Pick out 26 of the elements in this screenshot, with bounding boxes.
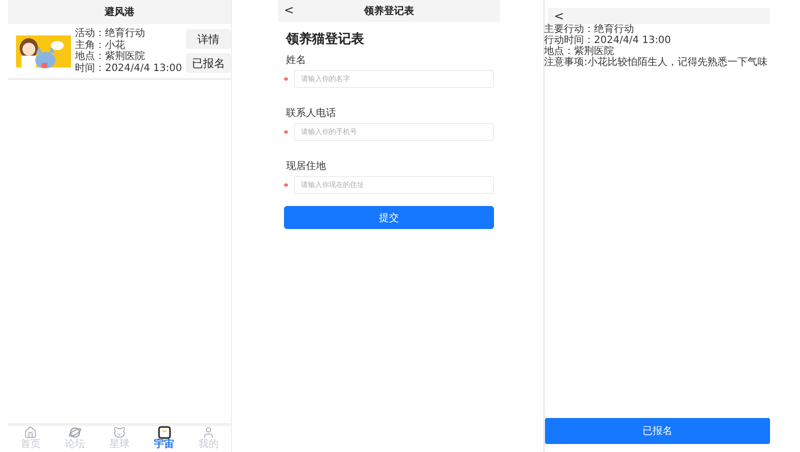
field-label: 姓名 (286, 54, 307, 67)
cat-icon (112, 426, 126, 439)
field-label: 联系人电话 (286, 106, 337, 120)
submit-button[interactable]: 提交 (284, 206, 494, 229)
detail-line: 行动时间：2024/4/4 13:00 (544, 35, 672, 46)
activity-info: 地点：紫荆医院 (75, 51, 146, 62)
detail-line: 地点：紫荆医院 (544, 46, 614, 57)
user-icon (202, 426, 216, 439)
card-button[interactable]: 详情 (186, 29, 231, 49)
activity-info: 活动：绝育行动 (75, 28, 146, 40)
field-label: 现居住地 (286, 160, 327, 173)
home-icon (24, 426, 37, 439)
tab-item[interactable]: 宇宙 (144, 426, 184, 452)
signed-up-button[interactable]: 已报名 (545, 418, 770, 444)
activity-info: 主角：小花 (75, 40, 126, 50)
detail-line: 注意事项:小花比较怕陌生人，记得先熟悉一下气味 (544, 57, 768, 68)
activity-info: 时间：2024/4/4 13:00 (75, 62, 182, 74)
back-button[interactable]: < (554, 9, 564, 23)
card-button[interactable]: 已报名 (186, 53, 231, 73)
back-button[interactable]: < (284, 3, 294, 17)
form-heading: 领养猫登记表 (286, 30, 365, 48)
page-title: 领养登记表 (364, 4, 414, 18)
square-icon (158, 426, 171, 439)
page-title: 避风港 (104, 6, 134, 19)
detail-line: 主要行动：绝育行动 (544, 24, 635, 35)
planet-icon (68, 426, 82, 439)
